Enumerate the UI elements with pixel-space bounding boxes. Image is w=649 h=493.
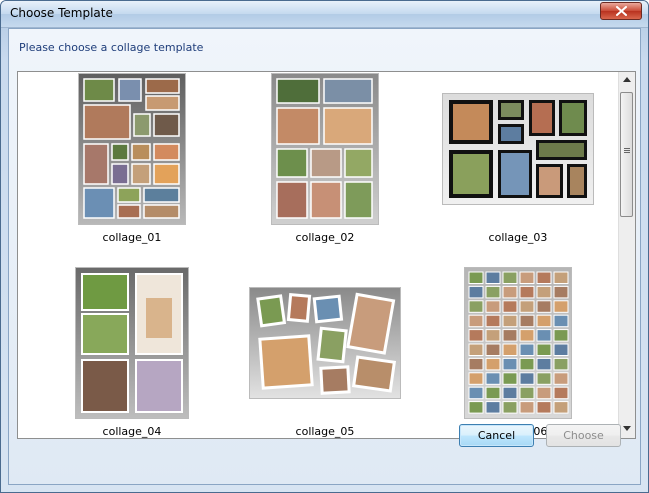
dialog-client-area: Please choose a collage template collage… (8, 28, 641, 485)
template-collage-02[interactable]: collage_02 (235, 74, 415, 264)
cancel-button[interactable]: Cancel (459, 424, 534, 447)
close-button[interactable] (600, 2, 642, 20)
chevron-down-icon (623, 426, 631, 431)
collage-03-thumbnail (443, 94, 593, 204)
scrollbar-grip (624, 148, 630, 154)
gallery-scrollbar[interactable] (618, 72, 635, 438)
collage-05-thumbnail (250, 288, 400, 398)
collage-01-thumbnail (79, 74, 185, 224)
template-gallery: collage_01 collage_02 collage_03 collage… (17, 71, 636, 439)
close-icon (616, 6, 627, 16)
template-label: collage_05 (295, 425, 355, 438)
template-label: collage_01 (102, 231, 162, 244)
template-collage-03[interactable]: collage_03 (428, 74, 608, 264)
choose-template-window: Choose Template Please choose a collage … (0, 0, 649, 493)
template-collage-06[interactable]: collage_06 (428, 268, 608, 438)
template-label: collage_03 (488, 231, 548, 244)
scrollbar-thumb[interactable] (620, 92, 633, 217)
title-bar[interactable]: Choose Template (1, 1, 648, 28)
template-label: collage_02 (295, 231, 355, 244)
template-collage-01[interactable]: collage_01 (42, 74, 222, 264)
collage-06-thumbnail (465, 268, 571, 418)
chevron-up-icon (623, 77, 631, 82)
template-grid: collage_01 collage_02 collage_03 collage… (18, 72, 618, 438)
template-collage-04[interactable]: collage_04 (42, 268, 222, 438)
collage-02-thumbnail (272, 74, 378, 224)
scroll-up-button[interactable] (619, 72, 635, 89)
template-label: collage_04 (102, 425, 162, 438)
scroll-down-button[interactable] (619, 421, 635, 438)
choose-template-prompt: Please choose a collage template (19, 41, 204, 54)
collage-04-thumbnail (76, 268, 188, 418)
choose-button[interactable]: Choose (546, 424, 621, 447)
window-title: Choose Template (10, 6, 113, 20)
template-collage-05[interactable]: collage_05 (235, 268, 415, 438)
